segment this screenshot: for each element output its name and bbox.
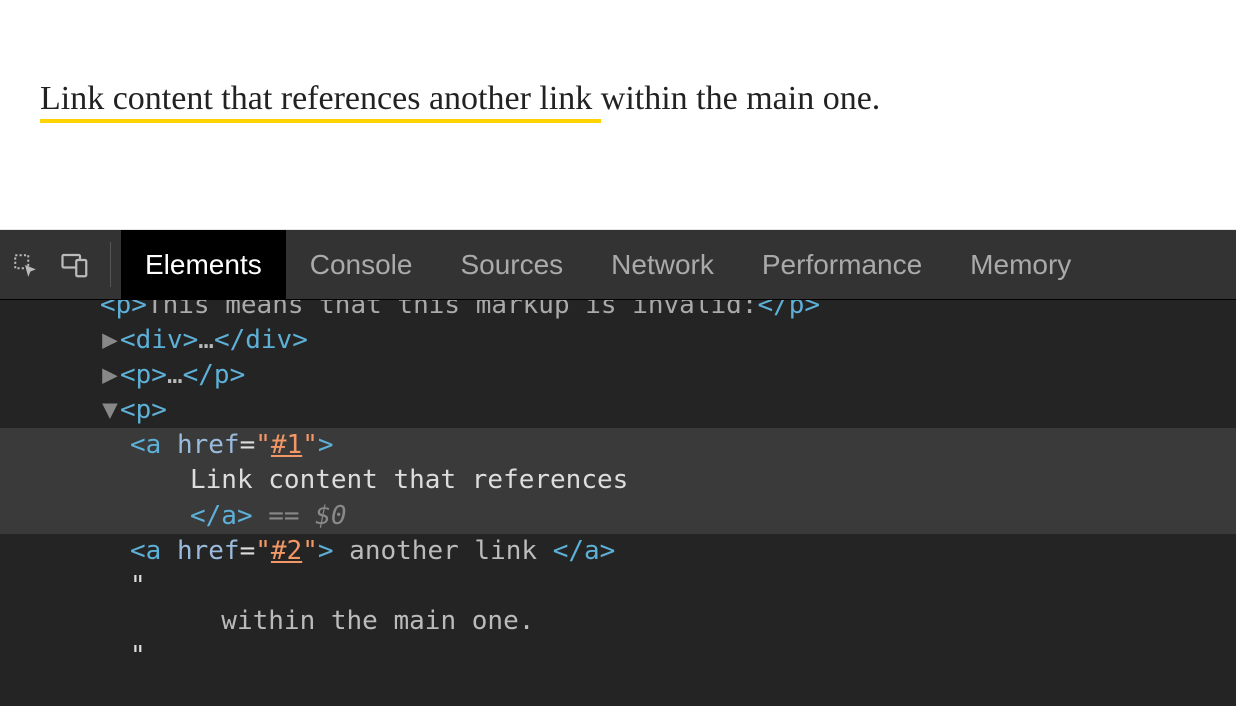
dom-row[interactable]: <a href="#2"> another link </a> bbox=[0, 534, 1236, 569]
quote-char: " bbox=[255, 536, 271, 566]
quote-char: " bbox=[130, 641, 146, 671]
tab-network-label: Network bbox=[611, 249, 714, 281]
dom-row[interactable]: " bbox=[0, 639, 1236, 674]
attr-name-href: href bbox=[177, 536, 240, 566]
equals-sign: = bbox=[240, 430, 256, 460]
tab-memory-label: Memory bbox=[970, 249, 1071, 281]
tag-open-p: <p> bbox=[120, 395, 167, 425]
tag-close-p: </p> bbox=[757, 300, 820, 320]
toolbar-divider bbox=[110, 242, 111, 287]
dom-text: within the main one. bbox=[190, 606, 534, 636]
dom-row[interactable]: within the main one. bbox=[0, 604, 1236, 639]
dom-row[interactable]: ▶<div>…</div> bbox=[0, 323, 1236, 358]
dollar-zero: $0 bbox=[315, 501, 346, 531]
attr-name-href: href bbox=[177, 430, 240, 460]
dom-row[interactable]: ▼<p> bbox=[0, 393, 1236, 428]
tab-network[interactable]: Network bbox=[587, 230, 738, 299]
close-angle: > bbox=[318, 536, 334, 566]
tab-performance[interactable]: Performance bbox=[738, 230, 946, 299]
rendered-page: Link content that references another lin… bbox=[0, 0, 1236, 230]
tag-open-a: <a bbox=[130, 430, 177, 460]
tag-open-a: <a bbox=[130, 536, 177, 566]
ellipsis: … bbox=[167, 360, 183, 390]
close-angle: > bbox=[318, 430, 334, 460]
devtools-panel: Elements Console Sources Network Perform… bbox=[0, 230, 1236, 706]
attr-value-href[interactable]: #1 bbox=[271, 430, 302, 460]
tab-elements-label: Elements bbox=[145, 249, 262, 281]
outer-link[interactable]: Link content that references bbox=[40, 80, 429, 123]
outer-link-text: Link content that references bbox=[40, 80, 429, 117]
tag-open-div: <div> bbox=[120, 325, 198, 355]
tag-open-p: <p> bbox=[100, 300, 147, 320]
ellipsis: … bbox=[198, 325, 214, 355]
dom-row-selected[interactable]: <a href="#1"> bbox=[0, 428, 1236, 463]
expand-arrow-right-icon[interactable]: ▶ bbox=[100, 323, 120, 358]
tab-console[interactable]: Console bbox=[286, 230, 437, 299]
equals-sign: = bbox=[240, 536, 256, 566]
quote-char: " bbox=[255, 430, 271, 460]
inner-link-text: another link bbox=[429, 80, 601, 117]
tag-close-div: </div> bbox=[214, 325, 308, 355]
tag-close-p: </p> bbox=[183, 360, 246, 390]
tab-memory[interactable]: Memory bbox=[946, 230, 1095, 299]
tab-elements[interactable]: Elements bbox=[121, 230, 286, 299]
inspect-element-icon[interactable] bbox=[0, 230, 50, 299]
expand-arrow-right-icon[interactable]: ▶ bbox=[100, 358, 120, 393]
dom-tree[interactable]: <p>This means that this markup is invali… bbox=[0, 300, 1236, 706]
tab-performance-label: Performance bbox=[762, 249, 922, 281]
inner-link[interactable]: another link bbox=[429, 80, 601, 123]
dom-row[interactable]: <p>This means that this markup is invali… bbox=[0, 300, 1236, 323]
dom-text: another link bbox=[334, 536, 553, 566]
tab-console-label: Console bbox=[310, 249, 413, 281]
tab-sources-label: Sources bbox=[460, 249, 563, 281]
quote-char: " bbox=[130, 571, 146, 601]
paragraph: Link content that references another lin… bbox=[40, 75, 1196, 123]
dom-row[interactable]: ▶<p>…</p> bbox=[0, 358, 1236, 393]
devtools-toolbar: Elements Console Sources Network Perform… bbox=[0, 230, 1236, 300]
tag-close-a: </a> bbox=[190, 501, 253, 531]
device-toggle-icon[interactable] bbox=[50, 230, 100, 299]
quote-char: " bbox=[302, 536, 318, 566]
quote-char: " bbox=[302, 430, 318, 460]
dom-text: Link content that references bbox=[190, 465, 628, 495]
tag-open-p: <p> bbox=[120, 360, 167, 390]
dom-row-selected[interactable]: </a> == $0 bbox=[0, 499, 1236, 534]
dom-row-selected[interactable]: Link content that references bbox=[0, 463, 1236, 498]
dom-row[interactable]: " bbox=[0, 569, 1236, 604]
expand-arrow-down-icon[interactable]: ▼ bbox=[100, 393, 120, 428]
tab-sources[interactable]: Sources bbox=[436, 230, 587, 299]
dom-text: This means that this markup is invalid: bbox=[147, 300, 757, 320]
plain-text: within the main one. bbox=[601, 80, 881, 117]
attr-value-href[interactable]: #2 bbox=[271, 536, 302, 566]
tag-close-a: </a> bbox=[553, 536, 616, 566]
selection-marker: == bbox=[253, 501, 316, 531]
